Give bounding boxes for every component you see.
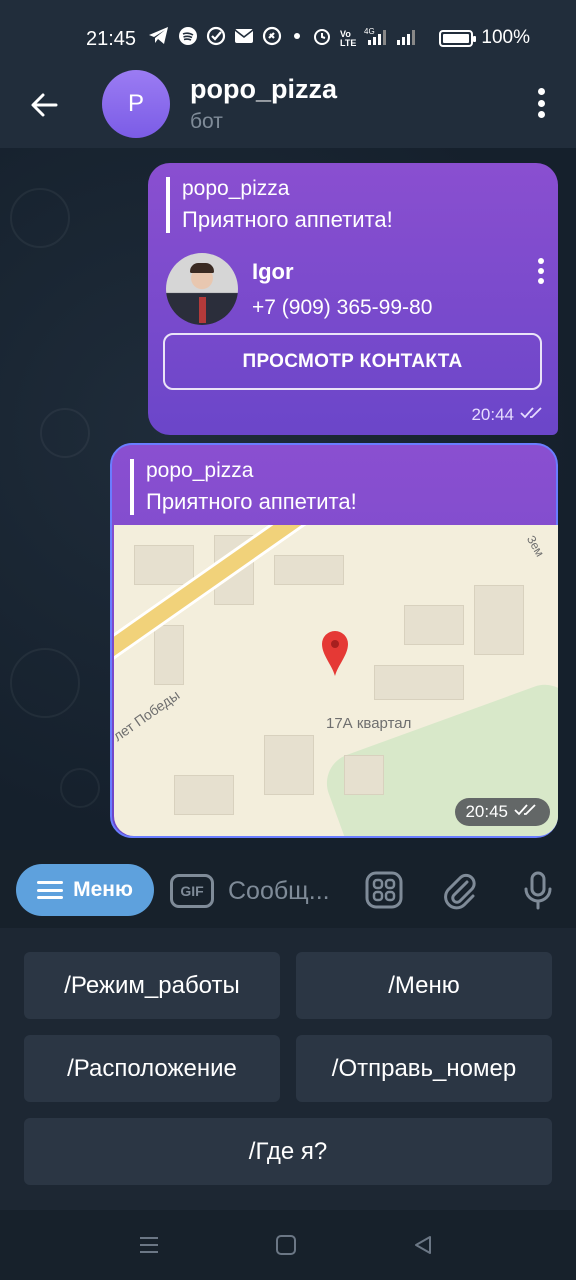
attach-icon[interactable] [440, 870, 480, 910]
keyboard-button-location[interactable]: /Расположение [24, 1035, 280, 1102]
contact-name: Igor [252, 259, 294, 284]
check-circle-icon [206, 26, 226, 51]
location-map[interactable]: 17А квартал лет Победы Зем 20:45 [114, 525, 558, 836]
location-pin-icon [320, 629, 350, 677]
microphone-icon[interactable] [518, 870, 558, 910]
reply-quote[interactable]: popo_pizza Приятного аппетита! [166, 177, 393, 233]
view-contact-button[interactable]: ПРОСМОТР КОНТАКТА [163, 333, 542, 390]
wallpaper-doodle [60, 768, 100, 808]
bot-menu-button[interactable]: Меню [16, 864, 154, 916]
battery-percent: 100% [481, 27, 530, 48]
message-input-bar: Меню GIF [0, 850, 576, 928]
back-nav-icon[interactable] [412, 1234, 434, 1261]
map-block [174, 775, 234, 815]
map-block [374, 665, 464, 700]
message-meta: 20:45 [455, 798, 550, 826]
contact-phone: +7 (909) 365-99-80 [252, 296, 433, 319]
keyboard-button-send-number[interactable]: /Отправь_номер [296, 1035, 552, 1102]
avatar[interactable]: P [102, 70, 170, 138]
chat-area[interactable]: popo_pizza Приятного аппетита! Igor +7 (… [0, 148, 576, 850]
map-label-edge: Зем [523, 533, 548, 560]
chat-subtitle: бот [190, 110, 223, 133]
map-block [264, 735, 314, 795]
wallpaper-doodle [10, 648, 80, 718]
signal-icon [396, 26, 418, 51]
more-options-icon[interactable] [538, 88, 546, 118]
status-time: 21:45 [86, 28, 137, 50]
reply-sender: popo_pizza [182, 177, 290, 200]
dot-icon [290, 29, 304, 48]
message-meta: 20:44 [471, 405, 546, 425]
bot-keyboard: /Режим_работы /Меню /Расположение /Отпра… [0, 928, 576, 1210]
wallpaper-doodle [40, 408, 90, 458]
map-label-street: лет Победы [114, 686, 183, 745]
map-block [344, 755, 384, 795]
chat-title[interactable]: popo_pizza [190, 74, 337, 105]
message-time: 20:44 [471, 405, 514, 424]
keyboard-button-where-am-i[interactable]: /Где я? [24, 1118, 552, 1185]
home-icon[interactable] [275, 1234, 297, 1261]
contact-more-icon[interactable] [538, 258, 544, 284]
reply-text: Приятного аппетита! [182, 207, 393, 232]
volte-icon: Vo LTE [340, 28, 357, 48]
map-block [404, 605, 464, 645]
double-check-icon [520, 405, 546, 425]
battery-indicator: 100% [439, 27, 530, 49]
message-bubble-location[interactable]: popo_pizza Приятного аппетита! 17А кварт… [110, 443, 558, 838]
mail-icon [234, 28, 254, 49]
map-block [474, 585, 524, 655]
system-nav-bar [0, 1210, 576, 1280]
message-time: 20:45 [465, 802, 508, 821]
message-input[interactable] [228, 872, 348, 910]
status-bar: 21:45 Vo LTE 4G 100% [0, 0, 576, 70]
map-label-district: 17А квартал [326, 715, 412, 732]
recent-apps-icon[interactable] [138, 1234, 160, 1261]
spotify-icon [178, 26, 198, 51]
status-icons: Vo LTE 4G [148, 26, 418, 51]
double-check-icon [514, 802, 540, 822]
svg-text:4G: 4G [364, 27, 375, 36]
wallpaper-doodle [10, 188, 70, 248]
shazam-icon [262, 26, 282, 51]
alarm-icon [312, 26, 332, 51]
bot-menu-label: Меню [73, 878, 133, 901]
keyboard-toggle-icon[interactable] [364, 870, 404, 910]
battery-icon [439, 29, 477, 47]
signal-4g-icon: 4G [364, 26, 388, 51]
map-block [134, 545, 194, 585]
keyboard-button-menu[interactable]: /Меню [296, 952, 552, 1019]
menu-icon [37, 881, 64, 899]
chat-header: P popo_pizza бот [0, 70, 576, 148]
telegram-icon [148, 26, 170, 51]
gif-icon[interactable]: GIF [170, 874, 214, 908]
map-block [274, 555, 344, 585]
contact-photo[interactable] [166, 253, 238, 325]
reply-quote[interactable]: popo_pizza Приятного аппетита! [130, 459, 357, 515]
reply-sender: popo_pizza [146, 459, 254, 482]
message-bubble-contact[interactable]: popo_pizza Приятного аппетита! Igor +7 (… [148, 163, 558, 435]
map-block [154, 625, 184, 685]
back-arrow-icon[interactable] [28, 88, 62, 122]
keyboard-button-hours[interactable]: /Режим_работы [24, 952, 280, 1019]
reply-text: Приятного аппетита! [146, 489, 357, 514]
